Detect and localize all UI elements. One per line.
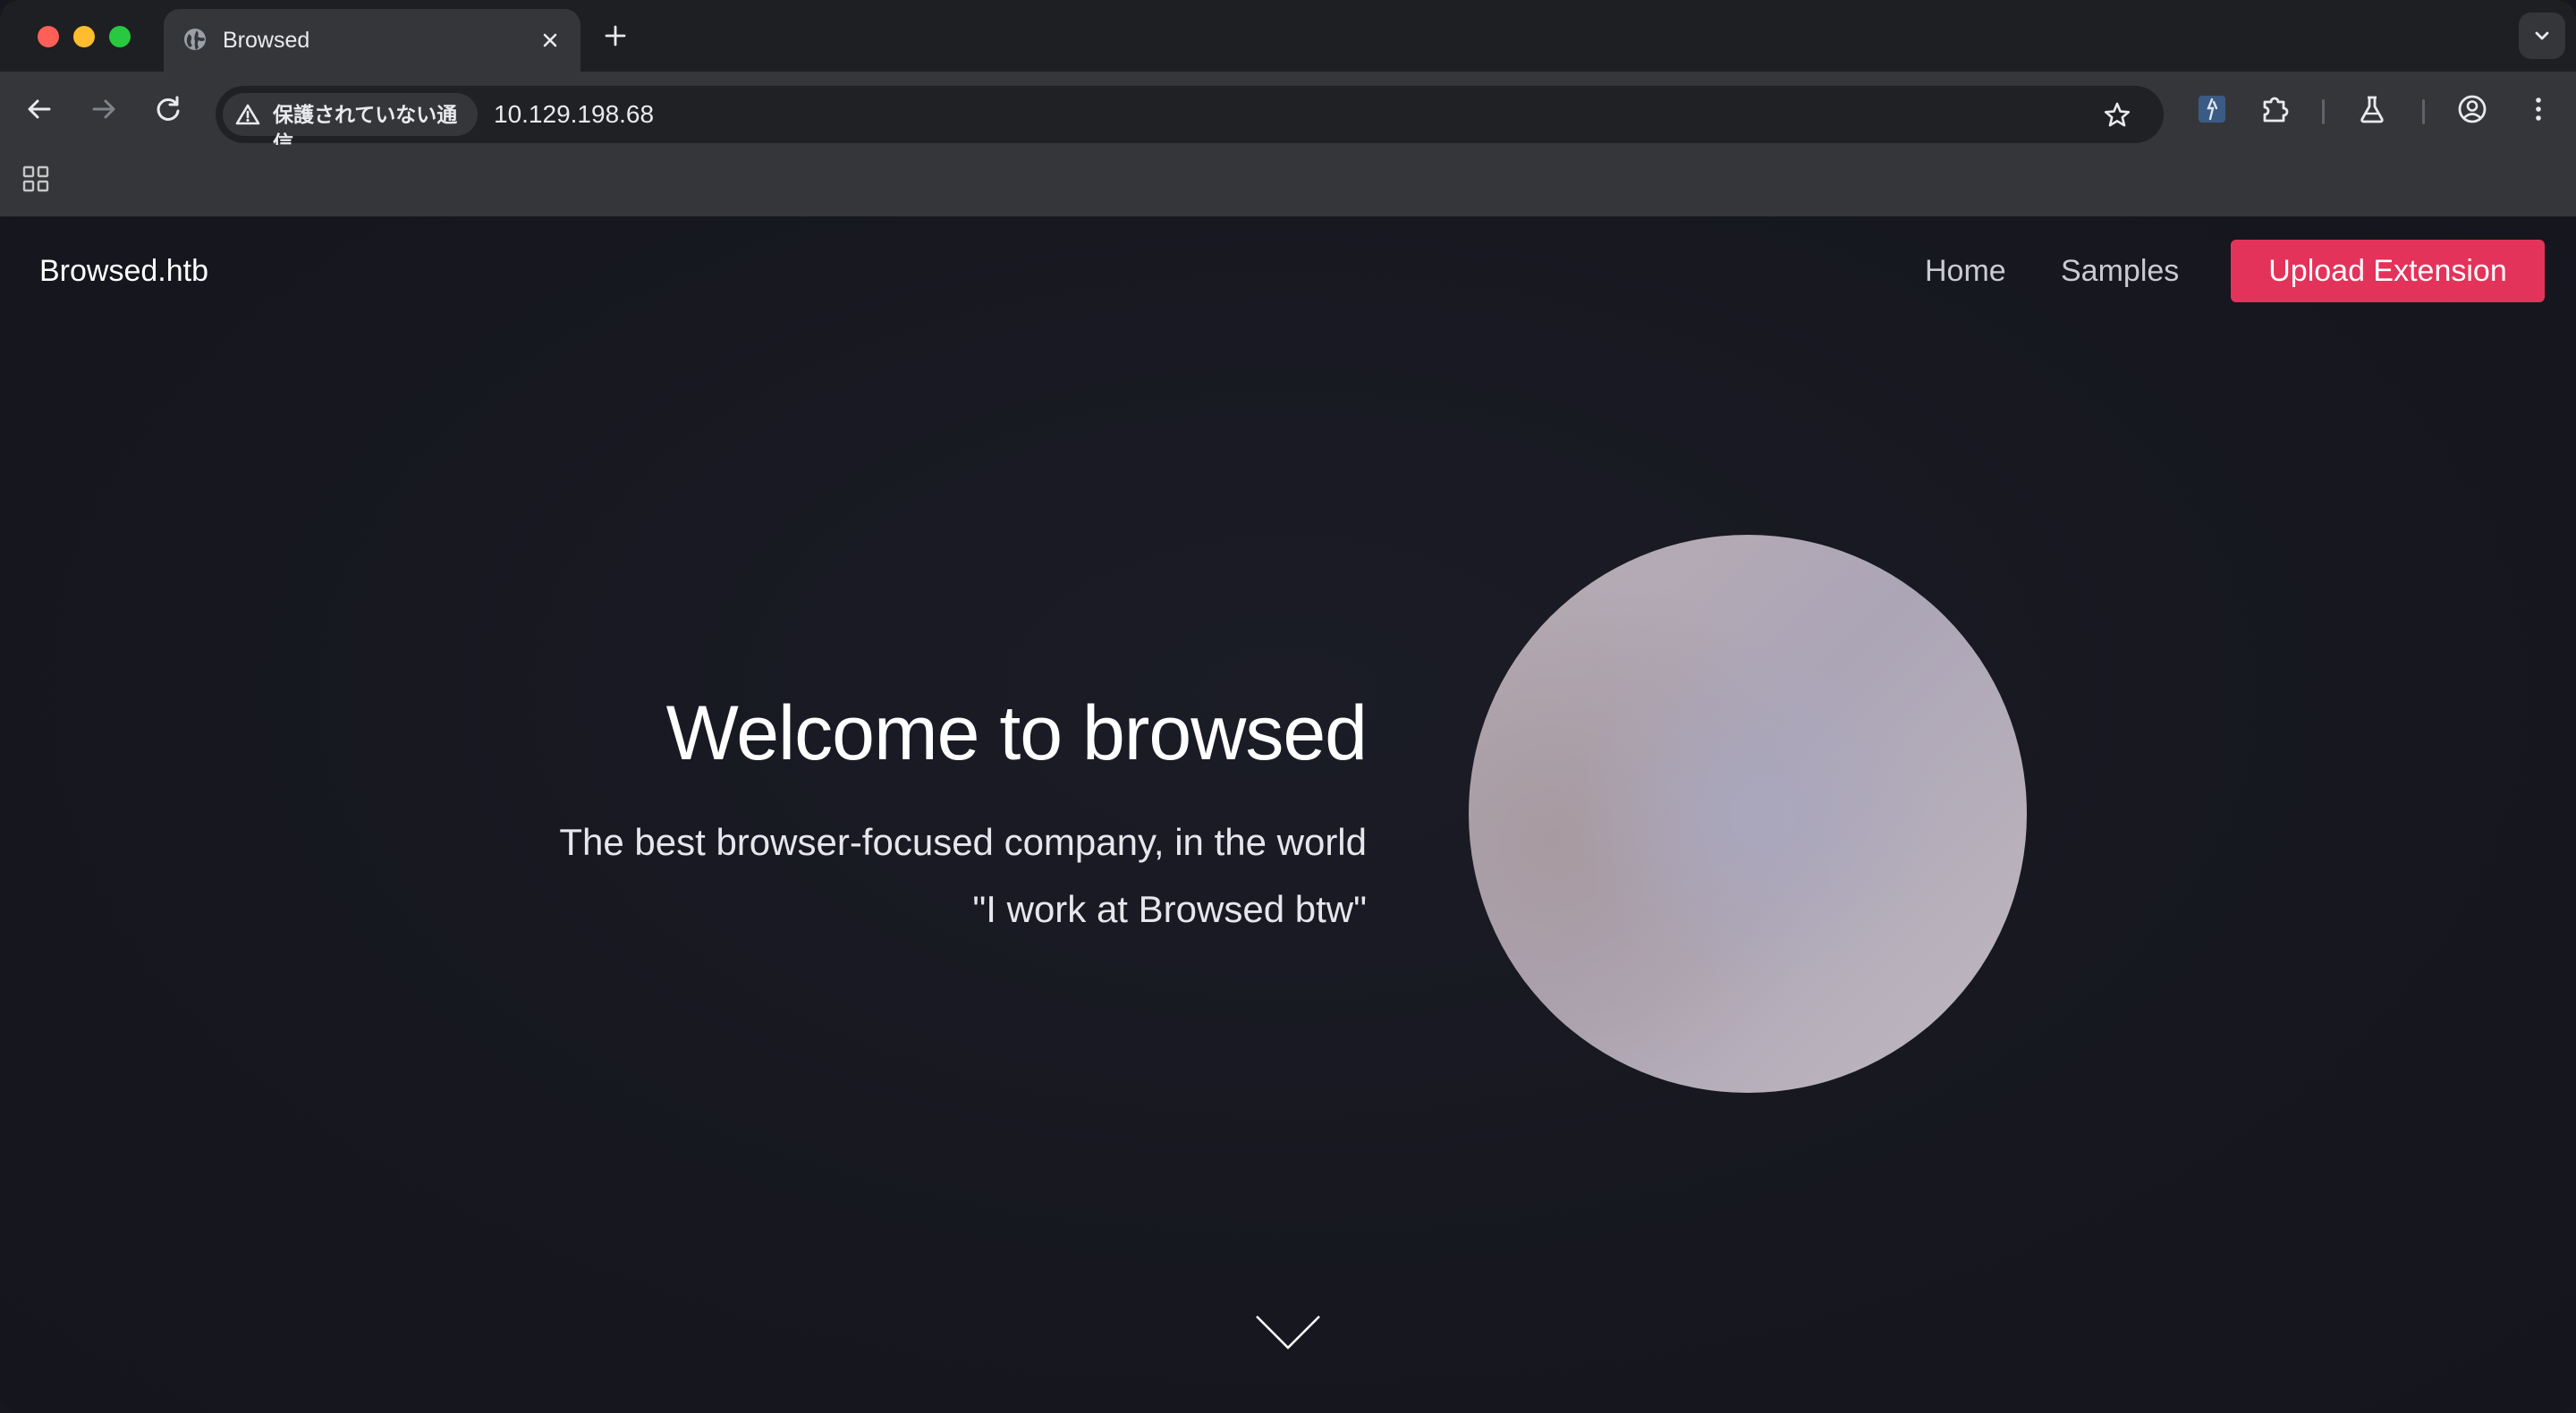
chevron-down-icon [2535,31,2549,40]
tab-strip: Browsed [0,0,2576,72]
warning-triangle-icon [235,104,260,125]
apps-grid-icon[interactable] [20,163,52,199]
forward-arrow-icon[interactable] [86,91,122,127]
upload-extension-button[interactable]: Upload Extension [2231,240,2545,302]
plus-icon[interactable] [601,21,630,50]
hero-quote: "I work at Browsed btw" [972,888,1367,930]
star-icon[interactable] [2102,100,2132,135]
close-icon[interactable] [537,27,564,54]
maximize-window-button[interactable] [109,26,131,47]
hero-orb-image [1469,535,2027,1093]
toolbar-separator [2422,99,2425,124]
security-indicator[interactable]: 保護されていない通信 [223,93,478,155]
url-text[interactable]: 10.129.198.68 [494,98,654,131]
tab-title: Browsed [223,28,310,53]
nav-home-link[interactable]: Home [1925,252,2006,290]
labs-flask-icon[interactable] [2354,91,2390,127]
hero-title: Welcome to browsed [665,690,1368,776]
back-arrow-icon[interactable] [21,91,57,127]
browser-window: Browsed 保護されていない通信 10.129.198.68 Browsed… [0,0,2576,1413]
globe-icon [182,26,208,53]
kebab-menu-icon[interactable] [2521,91,2556,127]
chevron-down-icon[interactable] [1254,1313,1322,1357]
tab-search-button[interactable] [2519,13,2565,59]
profile-icon[interactable] [2454,91,2490,127]
web-page: Browsed.htb Home Samples Upload Extensio… [0,216,2576,1413]
extension-icon[interactable] [2194,91,2230,127]
browser-toolbar: 保護されていない通信 10.129.198.68 [0,72,2576,155]
close-window-button[interactable] [38,26,59,47]
tab-browsed[interactable]: Browsed [164,9,580,72]
toolbar-separator [2322,99,2325,124]
puzzle-icon[interactable] [2258,91,2293,127]
bookmarks-bar [0,145,2576,216]
hero-subtitle: The best browser-focused company, in the… [559,821,1367,863]
address-bar[interactable]: 保護されていない通信 10.129.198.68 [216,86,2164,155]
minimize-window-button[interactable] [73,26,95,47]
nav-samples-link[interactable]: Samples [2061,252,2179,290]
reload-icon[interactable] [150,91,186,127]
site-brand[interactable]: Browsed.htb [39,252,208,290]
